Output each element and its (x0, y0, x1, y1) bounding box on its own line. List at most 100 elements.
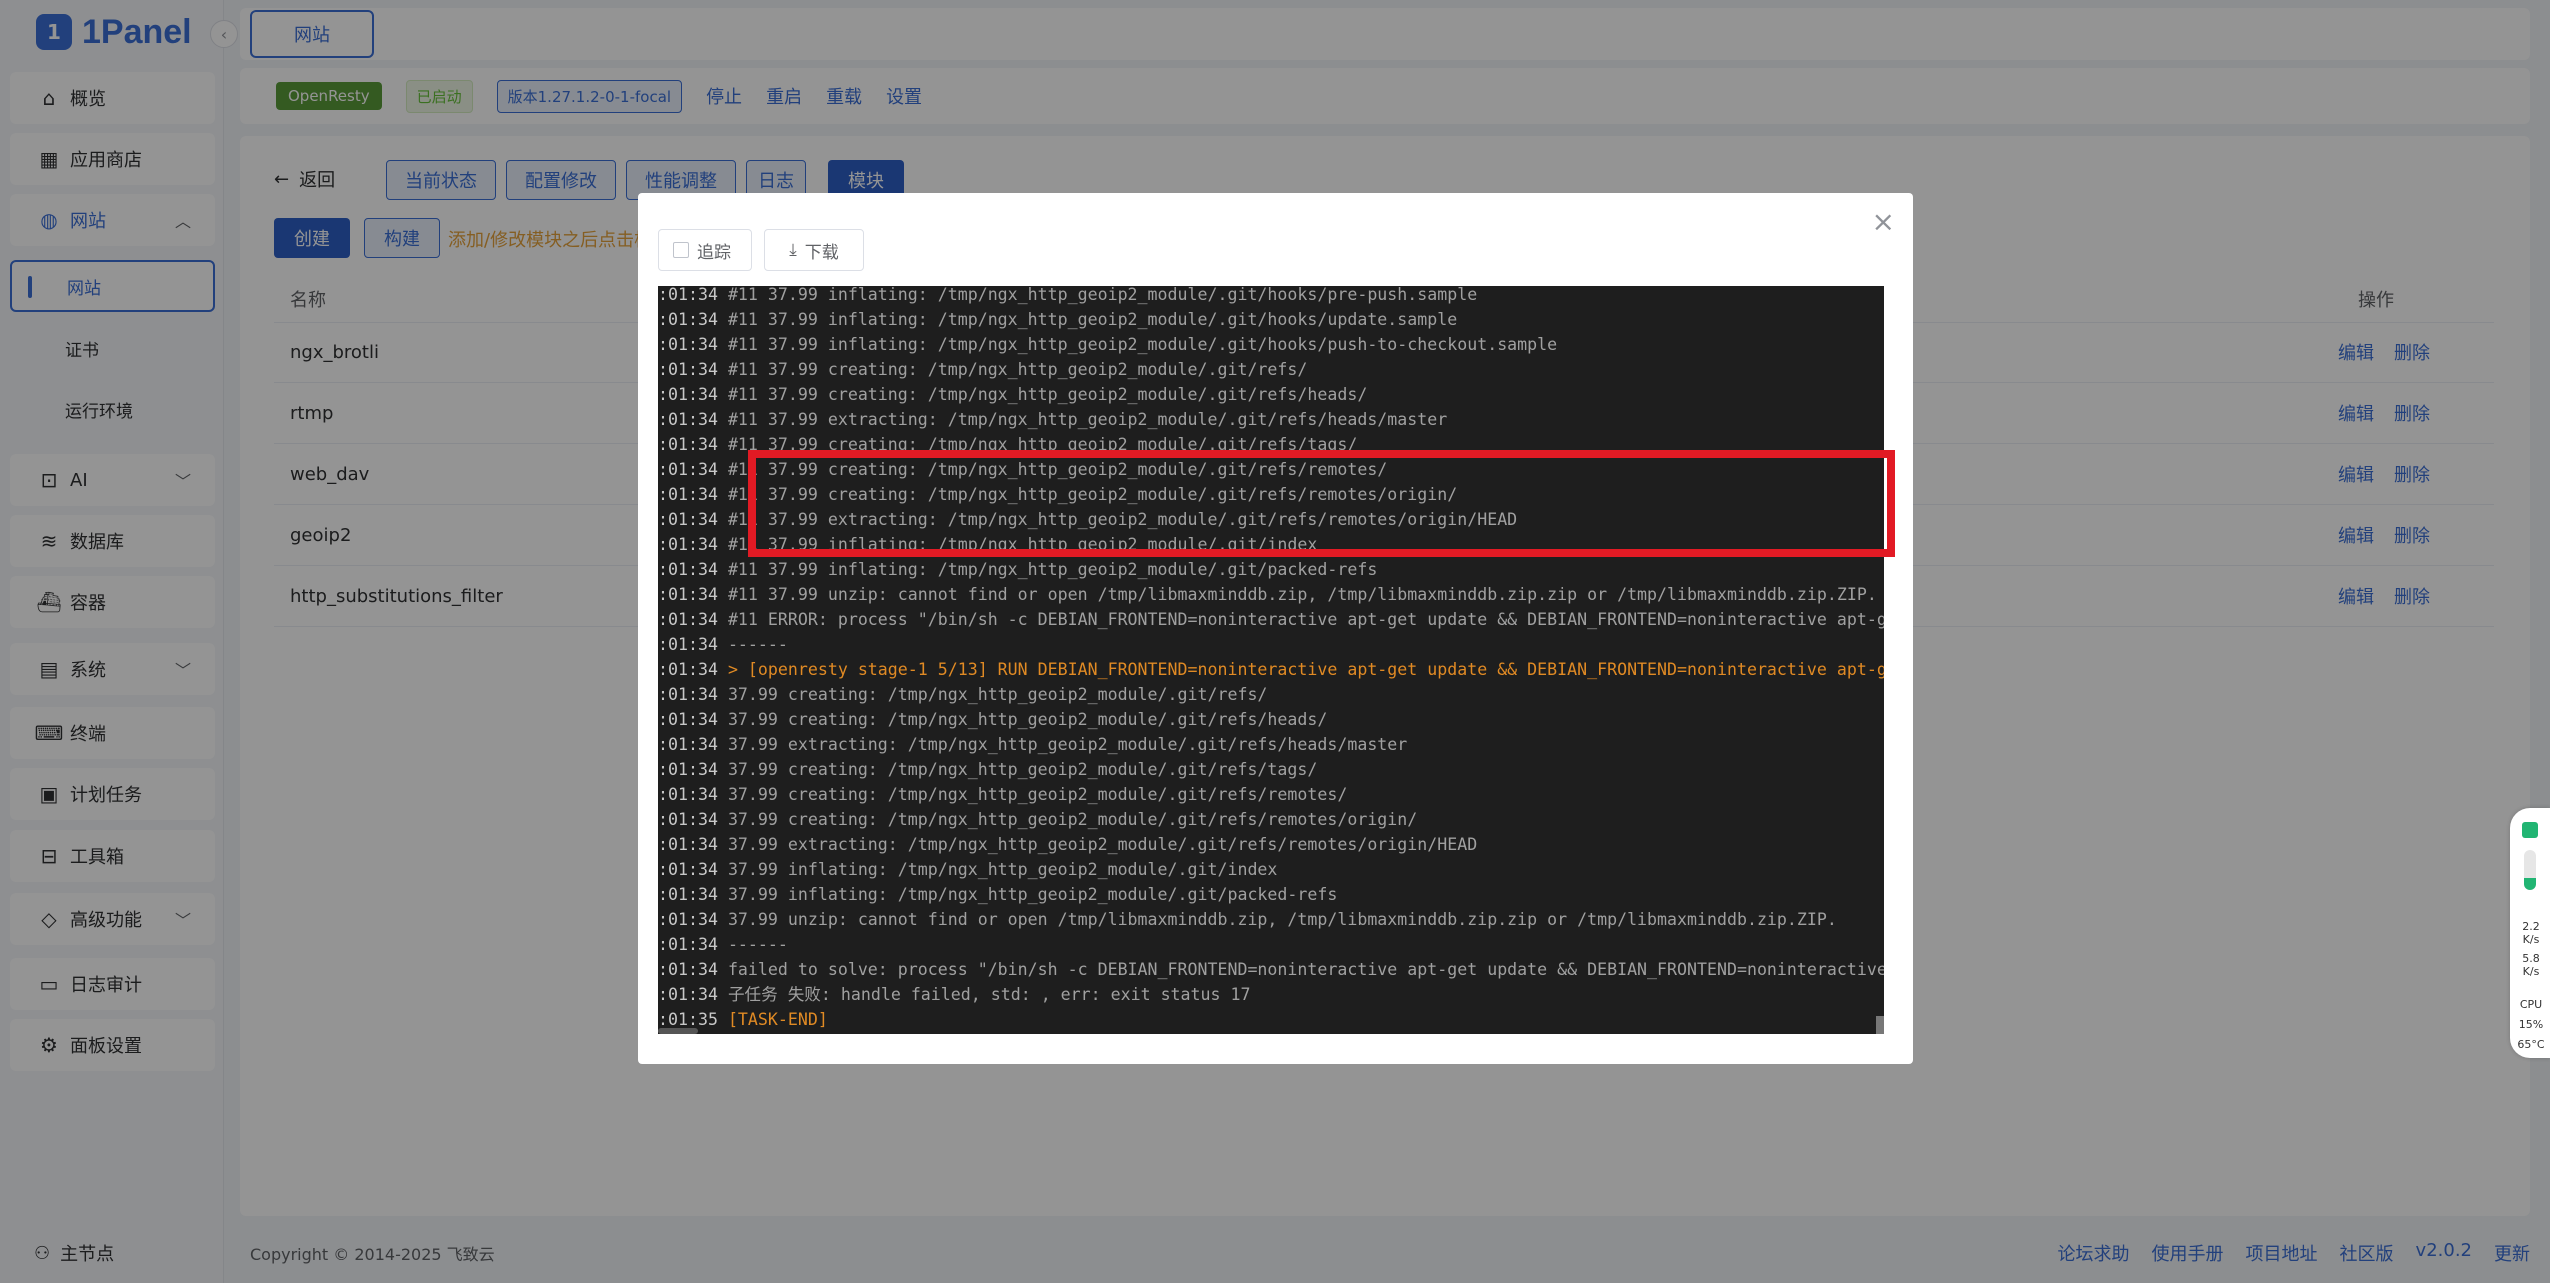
log-timestamp: :01:34 (658, 885, 718, 904)
log-line: :01:34 37.99 inflating: /tmp/ngx_http_ge… (658, 882, 1337, 907)
log-line: :01:34 failed to solve: process "/bin/sh… (658, 957, 1884, 982)
log-timestamp: :01:34 (658, 810, 718, 829)
log-timestamp: :01:34 (658, 960, 718, 979)
log-timestamp: :01:34 (658, 360, 718, 379)
download-icon: ⤓ (789, 240, 797, 260)
log-timestamp: :01:34 (658, 910, 718, 929)
log-timestamp: :01:34 (658, 685, 718, 704)
upload-unit: K/s (2522, 933, 2540, 946)
log-text: ------ (717, 935, 788, 954)
log-line: :01:34 > [openresty stage-1 5/13] RUN DE… (658, 657, 1884, 682)
log-line: :01:34 #11 ERROR: process "/bin/sh -c DE… (658, 607, 1884, 632)
system-monitor-widget[interactable]: 2.2 K/s 5.8 K/s CPU 15% 65°C (2510, 808, 2550, 1058)
log-text: #11 37.99 extracting: /tmp/ngx_http_geoi… (717, 410, 1448, 429)
log-line: :01:34 37.99 extracting: /tmp/ngx_http_g… (658, 832, 1477, 857)
build-log-dialog: × 追踪 ⤓ 下载 :01:34 #11 37.99 inflating: /t… (638, 193, 1913, 1064)
log-text: #11 37.99 creating: /tmp/ngx_http_geoip2… (717, 360, 1308, 379)
log-text: 37.99 extracting: /tmp/ngx_http_geoip2_m… (717, 735, 1408, 754)
log-line: :01:34 37.99 creating: /tmp/ngx_http_geo… (658, 682, 1267, 707)
temperature: 65°C (2517, 1038, 2545, 1051)
close-icon[interactable]: × (1872, 205, 1895, 238)
log-timestamp: :01:35 (658, 1010, 718, 1029)
upload-speed: 2.2 (2522, 920, 2540, 933)
log-text: 37.99 creating: /tmp/ngx_http_geoip2_mod… (717, 760, 1318, 779)
error-highlight-box (748, 450, 1895, 557)
log-line: :01:34 37.99 inflating: /tmp/ngx_http_ge… (658, 857, 1277, 882)
download-button[interactable]: ⤓ 下载 (764, 229, 864, 271)
log-line: :01:34 37.99 creating: /tmp/ngx_http_geo… (658, 707, 1327, 732)
log-text: 37.99 extracting: /tmp/ngx_http_geoip2_m… (717, 835, 1478, 854)
log-text: 37.99 creating: /tmp/ngx_http_geoip2_mod… (717, 810, 1418, 829)
log-timestamp: :01:34 (658, 485, 718, 504)
log-timestamp: :01:34 (658, 460, 718, 479)
log-text: 37.99 inflating: /tmp/ngx_http_geoip2_mo… (717, 885, 1338, 904)
log-text: #11 ERROR: process "/bin/sh -c DEBIAN_FR… (717, 610, 1884, 629)
log-timestamp: :01:34 (658, 760, 718, 779)
log-text: #11 37.99 unzip: cannot find or open /tm… (717, 585, 1877, 604)
log-timestamp: :01:34 (658, 585, 718, 604)
log-timestamp: :01:34 (658, 610, 718, 629)
log-timestamp: :01:34 (658, 835, 718, 854)
log-line: :01:34 ------ (658, 932, 788, 957)
log-text: ------ (717, 635, 788, 654)
log-text: #11 37.99 inflating: /tmp/ngx_http_geoip… (717, 335, 1558, 354)
cpu-label: CPU (2519, 998, 2543, 1011)
log-timestamp: :01:34 (658, 310, 718, 329)
log-text: [TASK-END] (717, 1010, 828, 1029)
download-speed: 5.8 (2522, 952, 2540, 965)
log-timestamp: :01:34 (658, 510, 718, 529)
download-unit: K/s (2522, 965, 2540, 978)
log-terminal[interactable]: :01:34 #11 37.99 inflating: /tmp/ngx_htt… (658, 286, 1884, 1034)
log-line: :01:34 #11 37.99 inflating: /tmp/ngx_htt… (658, 332, 1557, 357)
log-text: #11 37.99 inflating: /tmp/ngx_http_geoip… (717, 286, 1478, 304)
log-timestamp: :01:34 (658, 410, 718, 429)
log-text: 37.99 creating: /tmp/ngx_http_geoip2_mod… (717, 710, 1328, 729)
log-text: #11 37.99 inflating: /tmp/ngx_http_geoip… (717, 310, 1458, 329)
log-text: failed to solve: process "/bin/sh -c DEB… (717, 960, 1884, 979)
log-timestamp: :01:34 (658, 860, 718, 879)
log-line: :01:34 37.99 creating: /tmp/ngx_http_geo… (658, 782, 1347, 807)
log-line: :01:34 37.99 creating: /tmp/ngx_http_geo… (658, 757, 1317, 782)
log-timestamp: :01:34 (658, 286, 718, 304)
log-line: :01:34 #11 37.99 unzip: cannot find or o… (658, 582, 1877, 607)
log-line: :01:34 #11 37.99 creating: /tmp/ngx_http… (658, 382, 1367, 407)
log-line: :01:34 37.99 extracting: /tmp/ngx_http_g… (658, 732, 1407, 757)
log-timestamp: :01:34 (658, 660, 718, 679)
log-timestamp: :01:34 (658, 735, 718, 754)
log-text: 37.99 inflating: /tmp/ngx_http_geoip2_mo… (717, 860, 1278, 879)
log-timestamp: :01:34 (658, 535, 718, 554)
log-line: :01:34 #11 37.99 creating: /tmp/ngx_http… (658, 357, 1307, 382)
vertical-scrollbar[interactable] (1876, 1016, 1884, 1034)
log-text: > [openresty stage-1 5/13] RUN DEBIAN_FR… (717, 660, 1884, 679)
log-timestamp: :01:34 (658, 710, 718, 729)
log-timestamp: :01:34 (658, 335, 718, 354)
log-timestamp: :01:34 (658, 385, 718, 404)
download-label: 下载 (804, 242, 839, 263)
log-line: :01:34 #11 37.99 inflating: /tmp/ngx_htt… (658, 307, 1457, 332)
log-text: 37.99 creating: /tmp/ngx_http_geoip2_mod… (717, 785, 1348, 804)
log-line: :01:34 #11 37.99 inflating: /tmp/ngx_htt… (658, 286, 1477, 307)
log-text: 子任务 失败: handle failed, std: , err: exit … (717, 985, 1251, 1004)
log-text: #11 37.99 inflating: /tmp/ngx_http_geoip… (717, 560, 1378, 579)
log-timestamp: :01:34 (658, 635, 718, 654)
log-line: :01:35 [TASK-END] (658, 1007, 828, 1032)
log-timestamp: :01:34 (658, 935, 718, 954)
follow-label: 追踪 (697, 242, 731, 263)
log-timestamp: :01:34 (658, 435, 718, 454)
log-line: :01:34 #11 37.99 extracting: /tmp/ngx_ht… (658, 407, 1447, 432)
log-line: :01:34 子任务 失败: handle failed, std: , err… (658, 982, 1250, 1007)
log-timestamp: :01:34 (658, 785, 718, 804)
shield-icon (2522, 822, 2538, 838)
log-text: 37.99 unzip: cannot find or open /tmp/li… (717, 910, 1837, 929)
log-timestamp: :01:34 (658, 985, 718, 1004)
checkbox-icon (673, 242, 689, 258)
log-line: :01:34 ------ (658, 632, 788, 657)
log-line: :01:34 #11 37.99 inflating: /tmp/ngx_htt… (658, 557, 1377, 582)
log-timestamp: :01:34 (658, 560, 718, 579)
follow-checkbox[interactable]: 追踪 (658, 229, 752, 271)
cpu-usage: 15% (2518, 1018, 2544, 1031)
log-text: 37.99 creating: /tmp/ngx_http_geoip2_mod… (717, 685, 1268, 704)
memory-bar (2524, 850, 2536, 890)
log-line: :01:34 37.99 creating: /tmp/ngx_http_geo… (658, 807, 1417, 832)
log-text: #11 37.99 creating: /tmp/ngx_http_geoip2… (717, 385, 1368, 404)
